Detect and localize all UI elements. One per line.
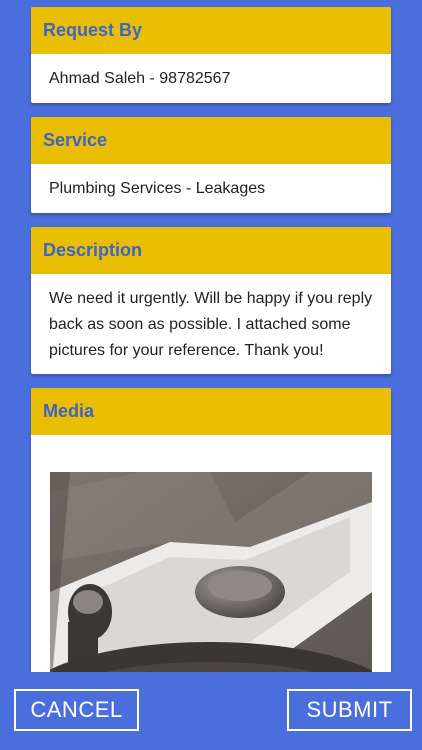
media-image[interactable] (50, 472, 372, 688)
submit-button[interactable]: SUBMIT (287, 689, 412, 731)
media-card: Media (31, 388, 391, 688)
description-text: We need it urgently. Will be happy if yo… (49, 290, 373, 359)
service-value: Plumbing Services - Leakages (49, 180, 266, 197)
description-card: Description We need it urgently. Will be… (31, 227, 391, 374)
request-by-card: Request By Ahmad Saleh - 98782567 (31, 7, 391, 103)
cancel-button[interactable]: CANCEL (14, 689, 139, 731)
request-by-header: Request By (31, 7, 391, 54)
description-header: Description (31, 227, 391, 274)
service-card: Service Plumbing Services - Leakages (31, 117, 391, 213)
service-header: Service (31, 117, 391, 164)
request-by-value: Ahmad Saleh - 98782567 (49, 70, 231, 87)
media-header: Media (31, 388, 391, 435)
media-photo-graphic (50, 472, 372, 688)
